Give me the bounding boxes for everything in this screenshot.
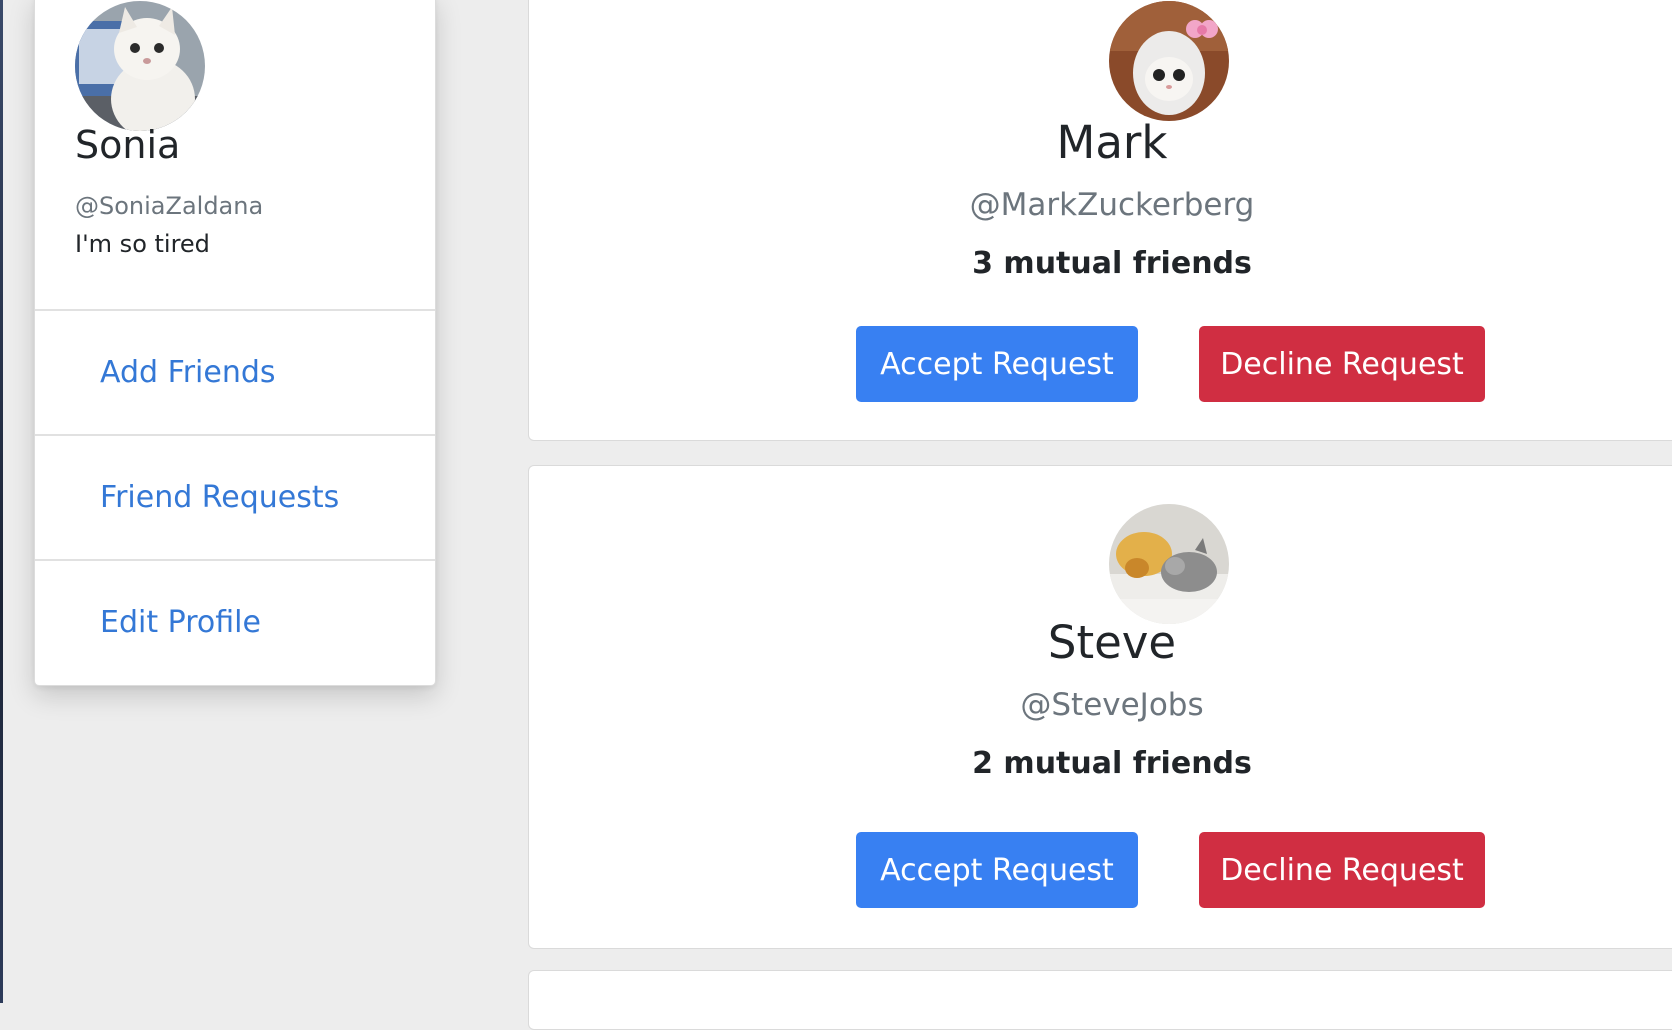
sidebar-item-label[interactable]: Add Friends: [100, 355, 276, 390]
friend-request-card: [528, 970, 1672, 1030]
cat-photo-icon: [75, 1, 205, 131]
request-handle: @SteveJobs: [1020, 687, 1204, 723]
profile-card: Sonia @SoniaZaldana I'm so tired Add Fri…: [34, 0, 436, 686]
sidebar-item-edit-profile[interactable]: Edit Profile: [35, 559, 435, 684]
window-edge: [0, 0, 3, 1003]
friend-request-card: Mark @MarkZuckerberg 3 mutual friends Ac…: [528, 0, 1672, 441]
request-handle: @MarkZuckerberg: [969, 187, 1255, 223]
sidebar-item-add-friends[interactable]: Add Friends: [35, 309, 435, 434]
request-mutual-friends: 3 mutual friends: [972, 246, 1252, 281]
profile-bio: I'm so tired: [75, 230, 210, 258]
request-name: Steve: [1047, 616, 1177, 669]
cat-photo-icon: [1109, 1, 1229, 121]
request-name: Mark: [1056, 116, 1168, 169]
accept-request-button[interactable]: Accept Request: [856, 326, 1138, 402]
friend-request-card: Steve @SteveJobs 2 mutual friends Accept…: [528, 465, 1672, 949]
request-mutual-friends: 2 mutual friends: [972, 746, 1252, 781]
sidebar-item-friend-requests[interactable]: Friend Requests: [35, 434, 435, 559]
sidebar-item-label[interactable]: Edit Profile: [100, 605, 261, 640]
profile-name: Sonia: [75, 123, 181, 167]
sidebar-item-label[interactable]: Friend Requests: [100, 480, 339, 515]
cat-photo-icon: [1109, 504, 1229, 624]
request-avatar[interactable]: [1109, 1, 1229, 121]
decline-request-button[interactable]: Decline Request: [1199, 326, 1485, 402]
profile-avatar[interactable]: [75, 1, 205, 131]
profile-handle: @SoniaZaldana: [75, 192, 264, 220]
request-avatar[interactable]: [1109, 504, 1229, 624]
sidebar-nav: Add Friends Friend Requests Edit Profile: [35, 309, 435, 684]
decline-request-button[interactable]: Decline Request: [1199, 832, 1485, 908]
accept-request-button[interactable]: Accept Request: [856, 832, 1138, 908]
